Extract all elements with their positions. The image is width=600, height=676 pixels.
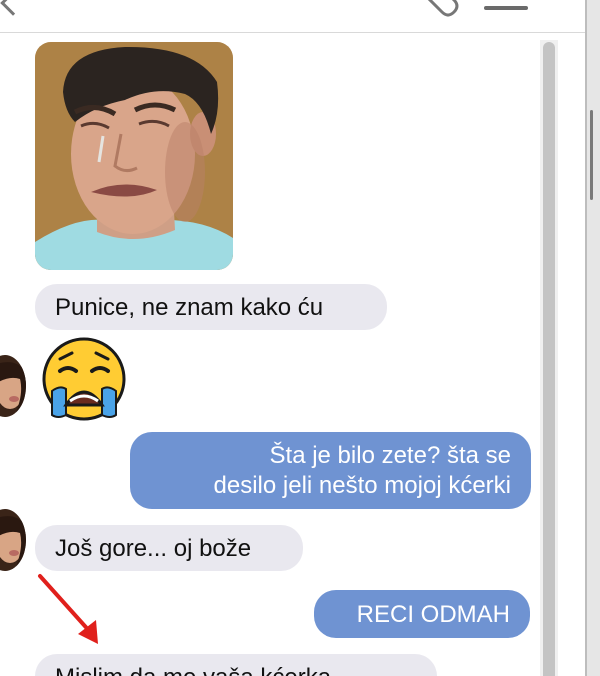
message-text-line: desilo jeli nešto mojoj kćerki: [213, 472, 511, 499]
chevron-left-icon[interactable]: [0, 0, 26, 16]
window-edge-handle: [590, 110, 593, 200]
crying-man-photo: [35, 42, 233, 270]
scrollbar-thumb[interactable]: [543, 42, 555, 676]
message-text: RECI ODMAH: [356, 601, 510, 628]
loudly-crying-face-icon: [42, 337, 126, 421]
outgoing-message[interactable]: RECI ODMAH: [314, 590, 530, 638]
incoming-message[interactable]: Mislim da me vaša kćerka: [35, 654, 437, 676]
message-text: Mislim da me vaša kćerka: [55, 664, 331, 676]
avatar[interactable]: [0, 509, 26, 571]
incoming-message[interactable]: Punice, ne znam kako ću: [35, 284, 387, 330]
incoming-message[interactable]: Još gore... oj bože: [35, 525, 303, 571]
message-text: Punice, ne znam kako ću: [55, 294, 324, 321]
outgoing-message[interactable]: Šta je bilo zete? šta se desilo jeli neš…: [130, 432, 531, 509]
chat-screen: Punice, ne znam kako ću Šta je bilo zete…: [0, 0, 600, 676]
paperclip-icon[interactable]: [420, 0, 464, 20]
avatar-image: [0, 509, 26, 571]
avatar[interactable]: [0, 355, 26, 417]
red-arrow-icon: [38, 574, 98, 644]
window-edge: [585, 0, 600, 676]
avatar-image: [0, 355, 26, 417]
message-text-line: Šta je bilo zete? šta se: [269, 442, 511, 469]
menu-icon[interactable]: [484, 6, 528, 10]
image-message[interactable]: [35, 42, 233, 270]
message-text: Još gore... oj bože: [55, 535, 252, 562]
chat-header: [0, 0, 585, 33]
